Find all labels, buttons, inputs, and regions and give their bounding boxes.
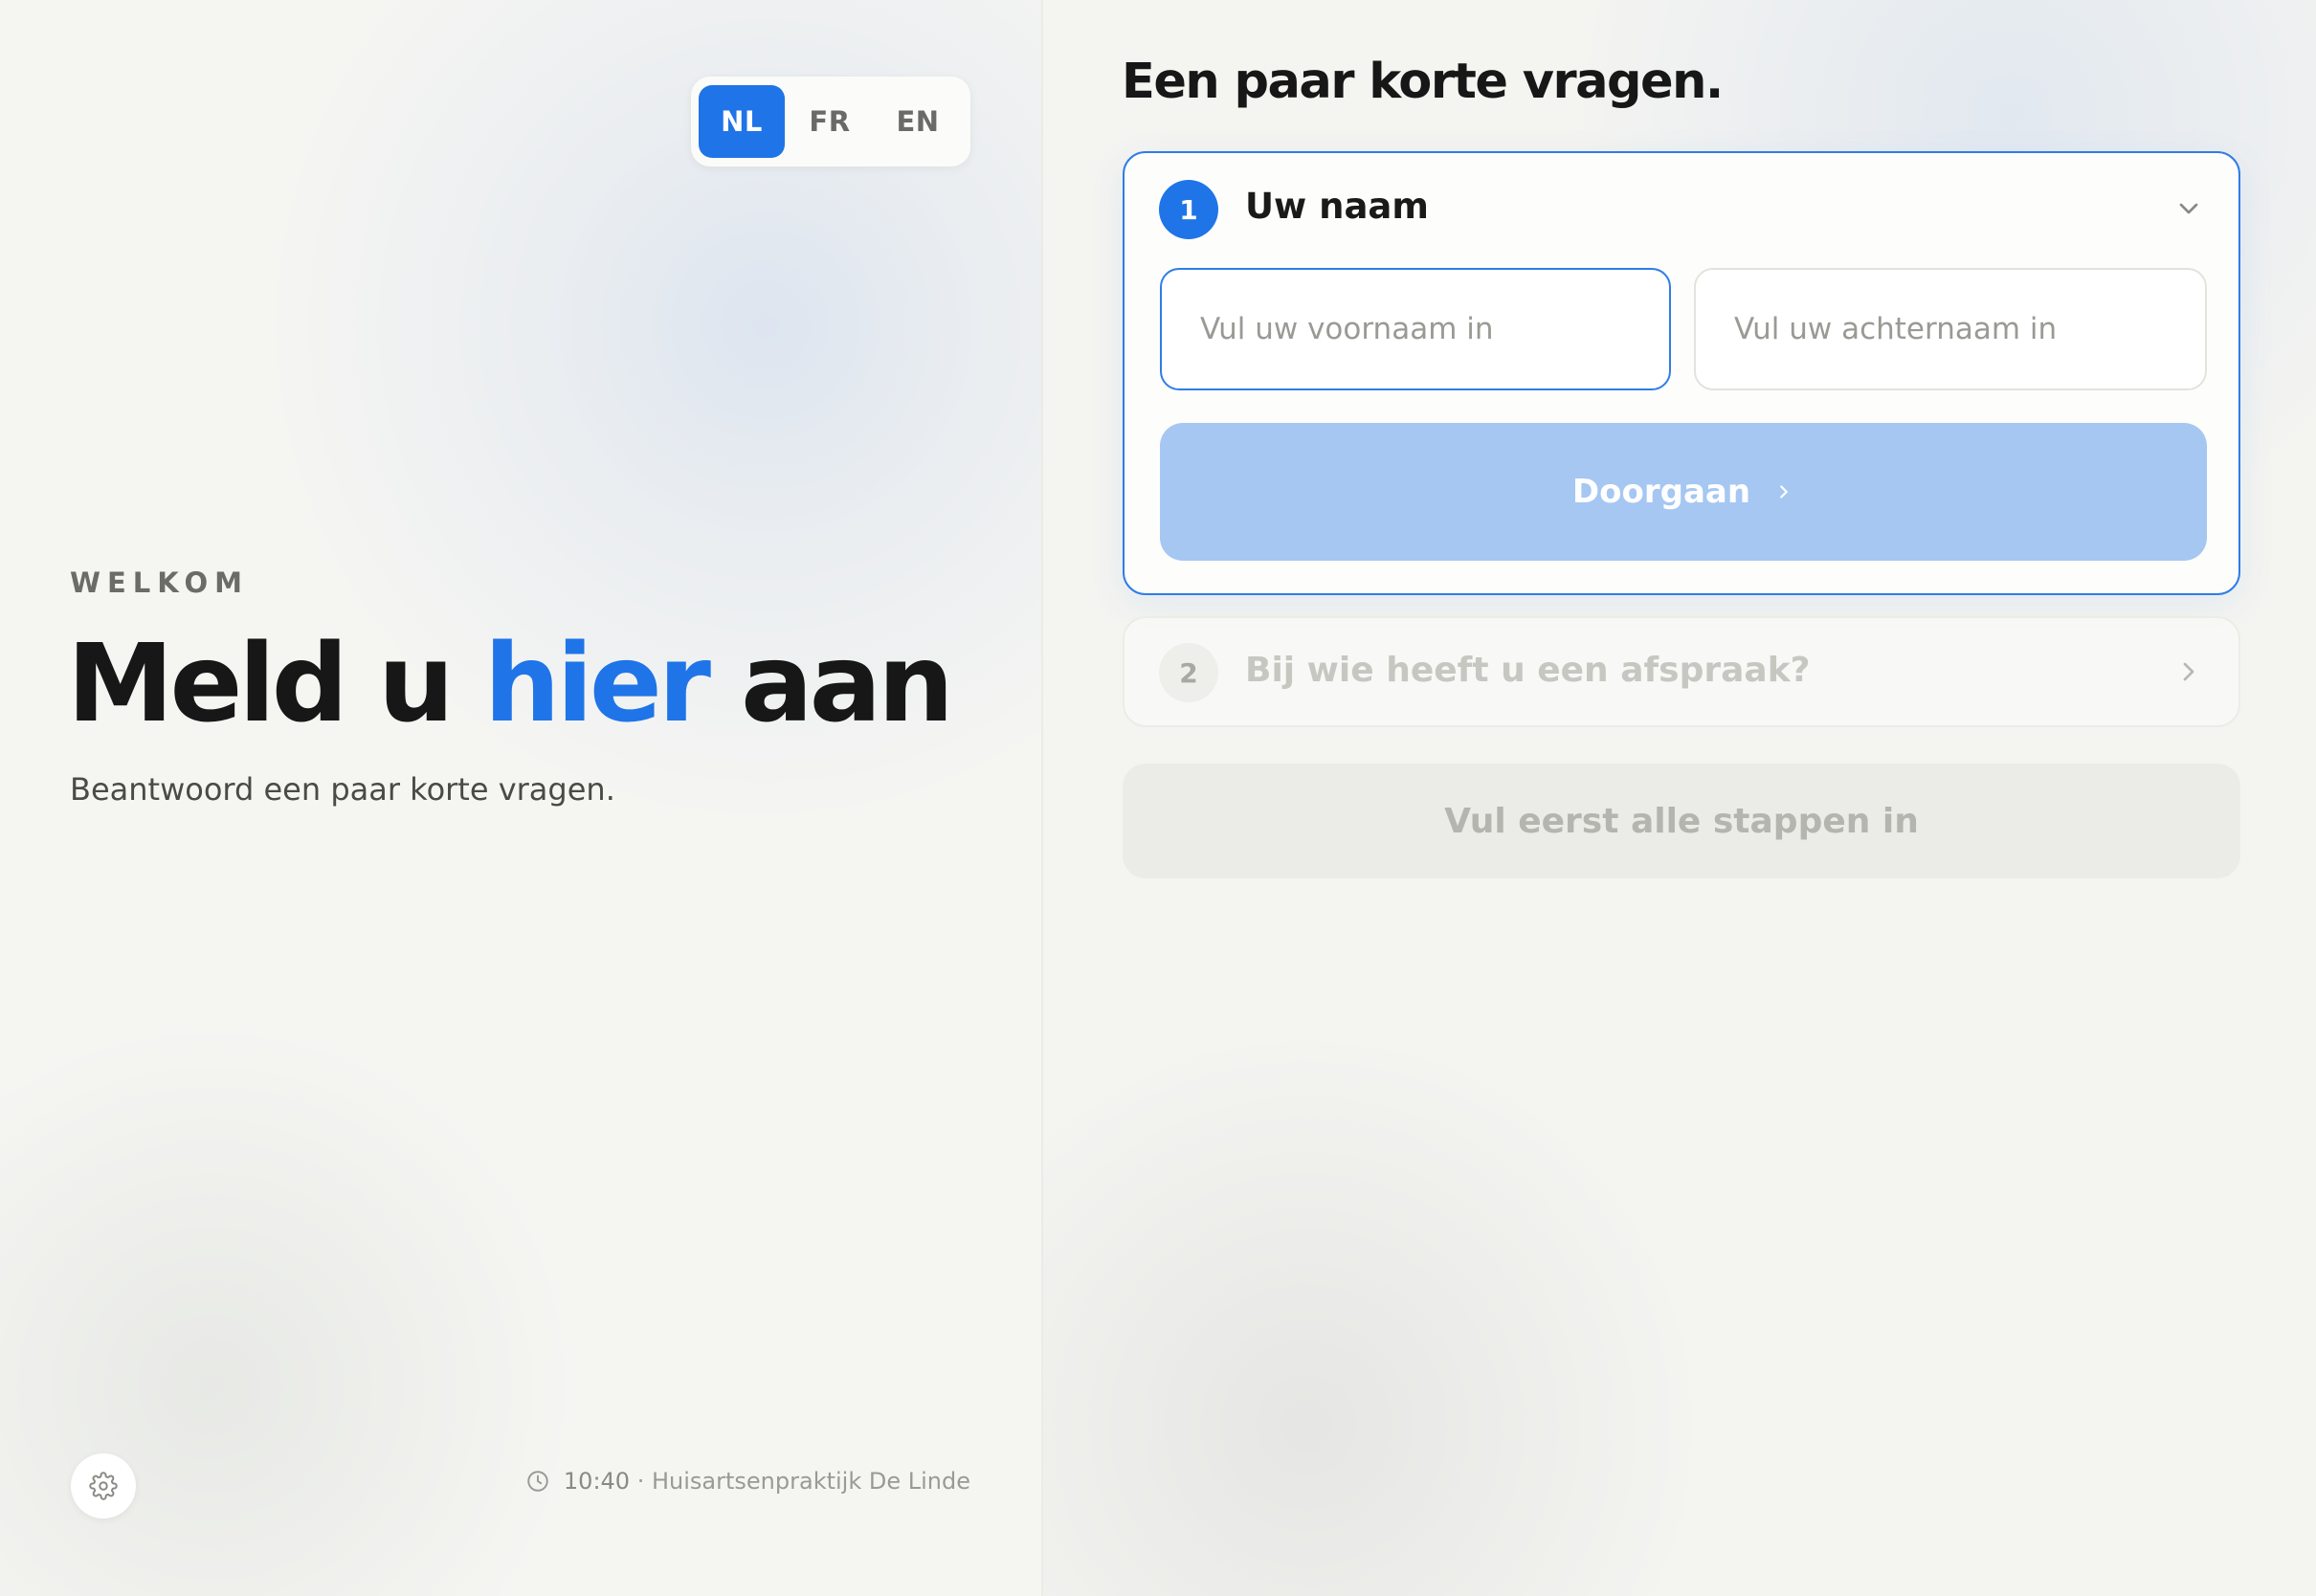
current-time: 10:40 [563, 1468, 631, 1495]
language-option-nl[interactable]: NL [699, 85, 785, 158]
step-title: Uw naam [1245, 186, 1429, 227]
step-title: Bij wie heeft u een afspraak? [1245, 651, 1811, 690]
footer-info: 10:40 · Huisartsenpraktijk De Linde [525, 1468, 970, 1495]
headline-part-1: Meld u [67, 622, 484, 746]
step-number-badge: 1 [1159, 180, 1218, 239]
submit-button[interactable]: Vul eerst alle stappen in [1123, 764, 2240, 878]
page-title: Meld u hier aan [67, 622, 954, 746]
step-number-badge: 2 [1159, 643, 1218, 702]
welcome-panel: NL FR EN WELKOM Meld u hier aan Beantwoo… [0, 0, 1041, 1596]
language-option-fr[interactable]: FR [787, 85, 873, 158]
settings-button[interactable] [71, 1453, 136, 1518]
chevron-down-icon[interactable] [2173, 193, 2204, 224]
headline-part-2: aan [707, 622, 954, 746]
step-header-name[interactable]: 1 Uw naam [1125, 153, 2238, 268]
footer-separator: · [636, 1468, 645, 1495]
language-switcher: NL FR EN [691, 77, 970, 166]
language-option-en[interactable]: EN [875, 85, 961, 158]
clock-icon [527, 1471, 548, 1492]
chevron-right-icon [1780, 485, 1788, 499]
practice-name: Huisartsenpraktijk De Linde [652, 1468, 970, 1495]
welcome-subtitle: Beantwoord een paar korte vragen. [70, 771, 615, 808]
gear-icon [89, 1472, 118, 1500]
step-card-name: 1 Uw naam Doorgaan [1123, 151, 2240, 595]
form-panel: Een paar korte vragen. 1 Uw naam Doorgaa… [1041, 0, 2316, 1596]
form-title: Een paar korte vragen. [1122, 54, 1724, 110]
first-name-input[interactable] [1160, 268, 1671, 390]
continue-button[interactable]: Doorgaan [1160, 423, 2207, 561]
step-card-appointment[interactable]: 2 Bij wie heeft u een afspraak? [1123, 616, 2240, 727]
welcome-eyebrow: WELKOM [70, 566, 249, 599]
last-name-input[interactable] [1694, 268, 2207, 390]
continue-button-label: Doorgaan [1571, 473, 1751, 511]
chevron-right-icon [2183, 662, 2194, 681]
headline-highlight: hier [483, 622, 711, 746]
